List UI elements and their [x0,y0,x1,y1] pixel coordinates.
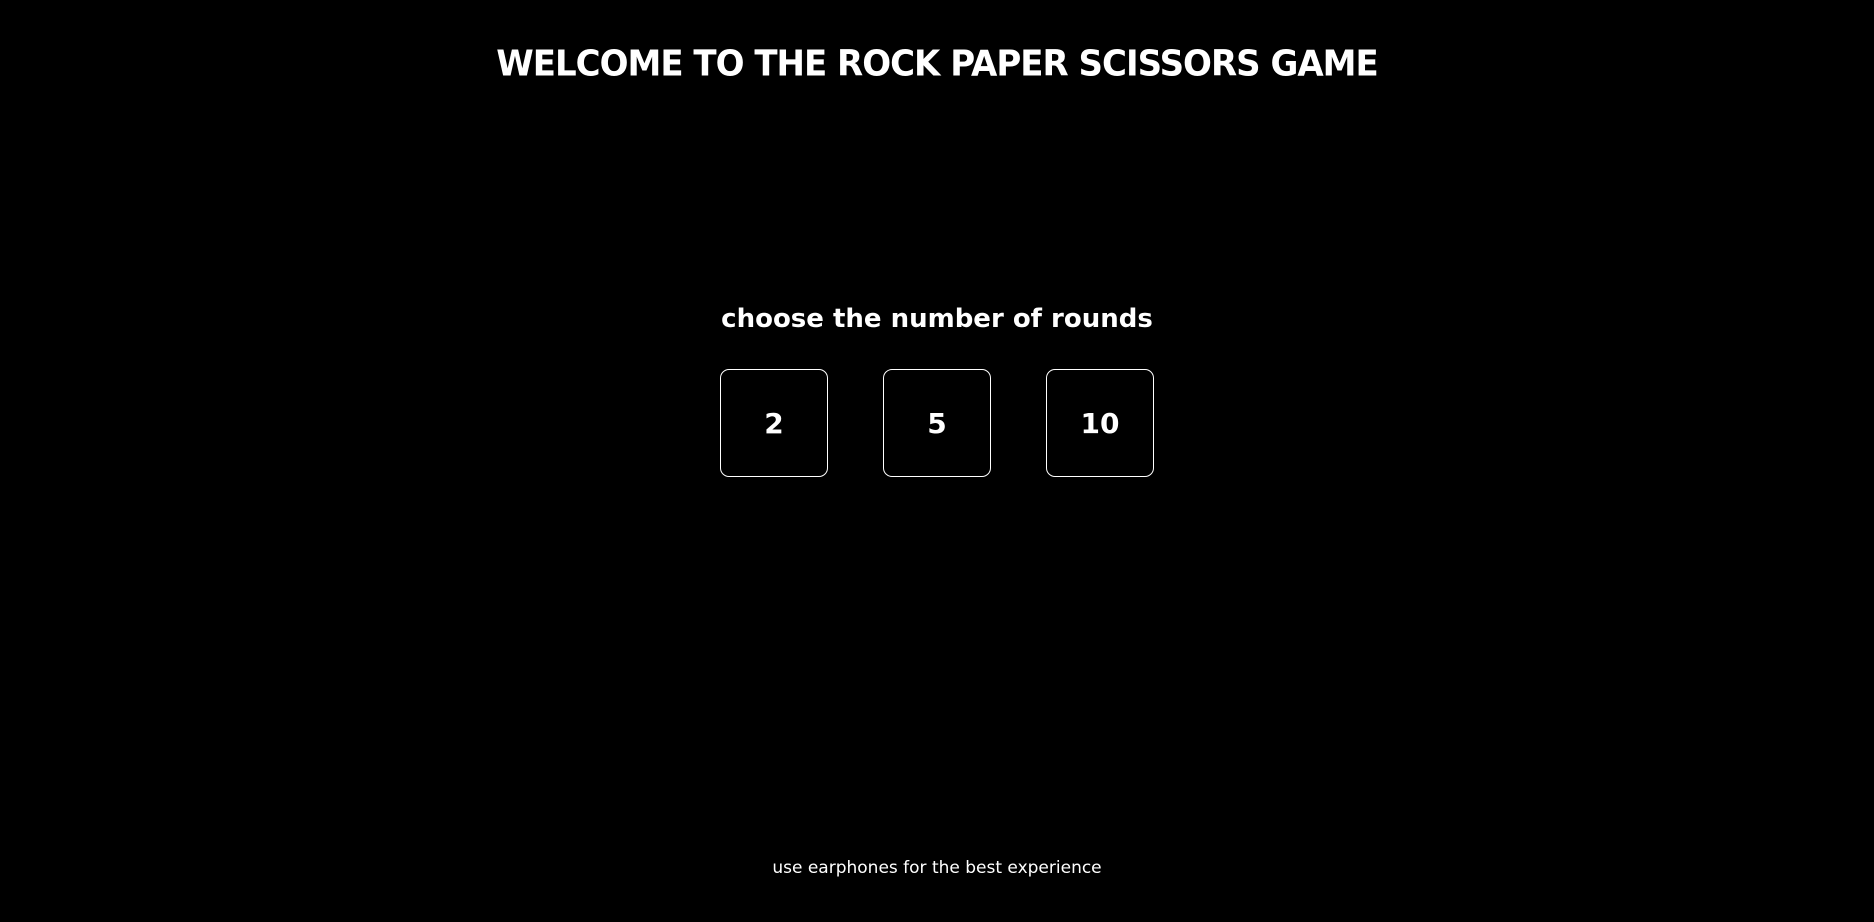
rounds-10-button[interactable]: 10 [1046,369,1154,477]
rounds-2-button[interactable]: 2 [720,369,828,477]
page-title: WELCOME TO THE ROCK PAPER SCISSORS GAME [496,43,1379,85]
rounds-5-button[interactable]: 5 [883,369,991,477]
rounds-options: 2 5 10 [0,369,1874,477]
earphones-note: use earphones for the best experience [772,858,1102,878]
rounds-prompt: choose the number of rounds [721,304,1153,334]
